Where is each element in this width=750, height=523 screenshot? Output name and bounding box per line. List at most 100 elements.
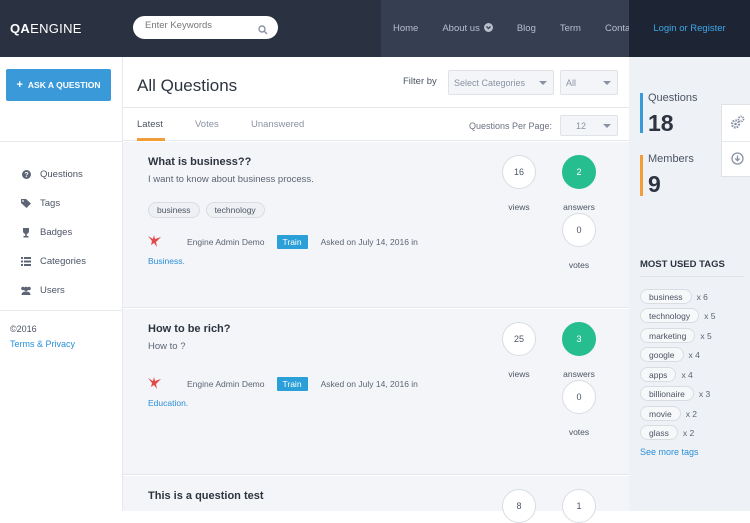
caret-down-icon <box>603 81 611 85</box>
tab-unanswered[interactable]: Unanswered <box>251 119 304 130</box>
nav-blog[interactable]: Blog <box>517 23 536 34</box>
sidebar-item-label: Categories <box>40 256 86 267</box>
tag-chip[interactable]: technology <box>640 308 700 323</box>
list-icon <box>20 257 32 266</box>
tag-count: x 4 <box>681 369 693 380</box>
tag-chip[interactable]: technology <box>205 202 265 218</box>
answers-count[interactable]: 1 <box>562 489 596 523</box>
tag-chip[interactable]: billionaire <box>640 386 694 401</box>
tag-chip[interactable]: marketing <box>640 328 696 343</box>
tag-count: x 6 <box>696 291 708 302</box>
nav-term[interactable]: Term <box>560 23 581 34</box>
tag-count: x 3 <box>698 388 711 399</box>
users-icon <box>20 286 32 295</box>
category-select[interactable]: Select Categories <box>448 70 554 95</box>
members-stat-value: 9 <box>648 171 661 197</box>
question-meta: Engine Admin Demo Train Asked on July 14… <box>148 377 418 391</box>
tag-count: x 2 <box>682 427 695 438</box>
popular-tag: technology x 5 <box>640 308 715 323</box>
tag-chip[interactable]: movie <box>640 406 681 421</box>
nav-home[interactable]: Home <box>393 23 418 34</box>
sidebar-item-tags[interactable]: Tags <box>20 189 86 218</box>
most-used-tags-title: MOST USED TAGS <box>640 259 725 270</box>
caret-down-icon <box>539 81 547 85</box>
answers-label: answers <box>563 202 595 212</box>
sidebar-divider <box>0 310 123 311</box>
category-select-value: Select Categories <box>454 77 526 88</box>
category-link[interactable]: Education. <box>148 398 188 408</box>
question-excerpt: I want to know about business process. <box>148 174 314 185</box>
question-excerpt: How to ? <box>148 341 186 352</box>
votes-label: votes <box>568 427 590 437</box>
author-name[interactable]: Engine Admin Demo <box>187 379 265 389</box>
user-avatar-icon[interactable] <box>148 235 162 249</box>
sidebar-item-label: Tags <box>40 198 61 209</box>
question-tags: business technology <box>148 202 265 218</box>
tag-count: x 2 <box>685 408 698 419</box>
question-item: How to be rich? How to ? Engine Admin De… <box>123 309 629 475</box>
votes-count: 0 <box>562 213 596 247</box>
tag-count: x 4 <box>688 349 700 360</box>
question-item: What is business?? I want to know about … <box>123 142 629 308</box>
user-avatar-icon[interactable] <box>148 377 162 391</box>
filter-label: Filter by <box>403 76 437 87</box>
views-count: 16 <box>502 155 536 189</box>
search-icon[interactable] <box>258 22 268 40</box>
questions-stat-value: 18 <box>648 110 674 136</box>
answers-count[interactable]: 2 <box>562 155 596 189</box>
ask-question-button[interactable]: + ASK A QUESTION <box>6 69 111 101</box>
nav-about-us-label: About us <box>442 23 480 34</box>
side-tools-divider <box>722 141 750 142</box>
question-title[interactable]: This is a question test <box>148 490 264 502</box>
all-select-value: All <box>566 77 577 88</box>
tab-votes[interactable]: Votes <box>195 119 219 130</box>
members-stat-label: Members <box>648 153 694 165</box>
all-select[interactable]: All <box>560 70 618 95</box>
popular-tag: movie x 2 <box>640 406 697 421</box>
popular-tag: billionaire x 3 <box>640 386 710 401</box>
sidebar-item-questions[interactable]: ? Questions <box>20 160 86 189</box>
per-page-value: 12 <box>576 120 587 131</box>
sidebar-item-categories[interactable]: Categories <box>20 247 86 276</box>
download-circle-icon[interactable] <box>731 152 744 170</box>
tag-chip[interactable]: google <box>640 347 684 362</box>
category-link[interactable]: Business. <box>148 256 185 266</box>
trophy-icon <box>20 227 32 238</box>
search-input[interactable] <box>145 20 255 31</box>
question-title[interactable]: What is business?? <box>148 156 251 168</box>
site-logo[interactable]: QAENGINE <box>10 21 82 36</box>
active-tab-indicator <box>137 138 165 141</box>
popular-tag: apps x 4 <box>640 367 693 382</box>
terms-privacy-link[interactable]: Terms & Privacy <box>10 339 75 349</box>
per-page-select[interactable]: 12 <box>560 115 618 136</box>
page-title: All Questions <box>137 76 238 95</box>
question-meta: Engine Admin Demo Train Asked on July 14… <box>148 235 418 249</box>
author-name[interactable]: Engine Admin Demo <box>187 237 265 247</box>
stat-accent-bar <box>640 155 643 196</box>
left-sidebar: + ASK A QUESTION ? Questions Tags Badges… <box>0 57 123 511</box>
sidebar-item-label: Users <box>40 285 65 296</box>
answers-count[interactable]: 3 <box>562 322 596 356</box>
copyright-text: ©2016 <box>10 324 37 334</box>
sidebar-item-users[interactable]: Users <box>20 276 86 305</box>
views-count: 25 <box>502 322 536 356</box>
tag-chip[interactable]: apps <box>640 367 677 382</box>
popular-tag: glass x 2 <box>640 425 694 440</box>
tag-chip[interactable]: business <box>640 289 692 304</box>
tab-latest[interactable]: Latest <box>137 119 163 130</box>
tag-chip[interactable]: business <box>148 202 200 218</box>
question-title[interactable]: How to be rich? <box>148 323 231 335</box>
popular-tag: google x 4 <box>640 347 700 362</box>
question-circle-icon: ? <box>20 170 32 179</box>
popular-tag: marketing x 5 <box>640 328 712 343</box>
login-register-link[interactable]: Login or Register <box>629 0 750 57</box>
asked-date: Asked on July 14, 2016 in <box>320 379 418 389</box>
tag-chip[interactable]: glass <box>640 425 678 440</box>
sidebar-menu: ? Questions Tags Badges Categories Users <box>20 160 86 305</box>
sidebar-item-badges[interactable]: Badges <box>20 218 86 247</box>
main-content: All Questions Filter by Select Categorie… <box>123 57 629 523</box>
svg-text:?: ? <box>24 172 28 179</box>
settings-gear-icon[interactable] <box>730 115 745 135</box>
see-more-tags-link[interactable]: See more tags <box>640 447 699 457</box>
nav-about-us[interactable]: About us <box>442 22 493 35</box>
